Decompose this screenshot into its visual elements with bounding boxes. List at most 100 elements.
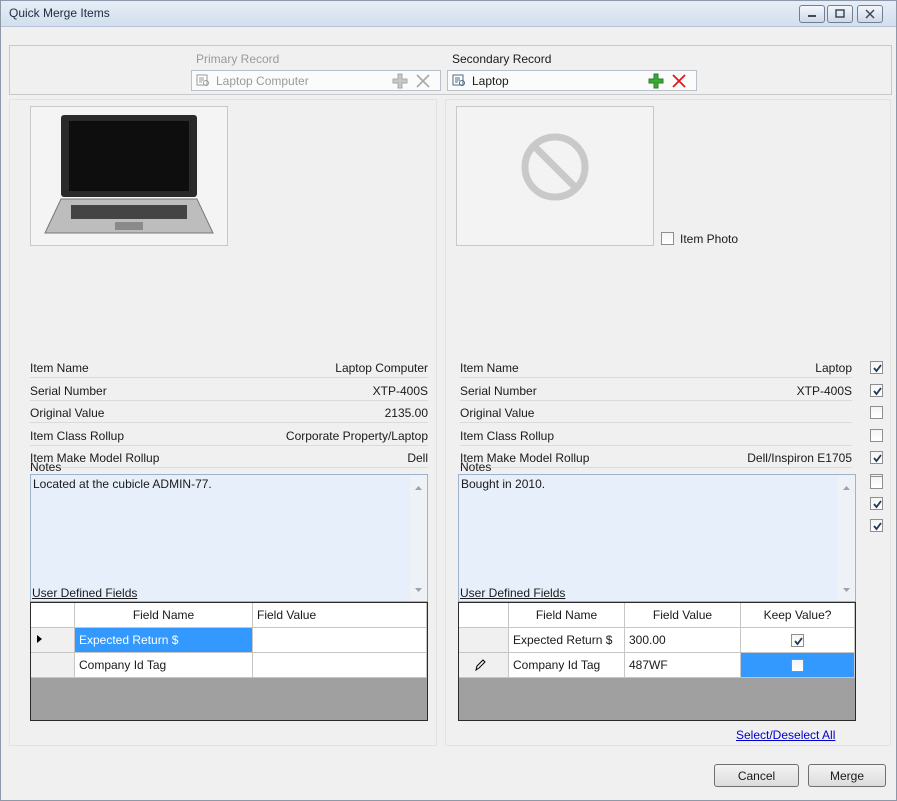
column-header-keep-value[interactable]: Keep Value? <box>741 603 855 628</box>
udf-field-value-cell[interactable]: 487WF <box>625 653 741 678</box>
column-header-field-value[interactable]: Field Value <box>253 603 427 628</box>
udf-title: User Defined Fields <box>460 586 566 600</box>
item-photo-label: Item Photo <box>680 232 739 246</box>
property-row: Serial Number XTP-400S <box>30 380 428 401</box>
clear-icon[interactable] <box>672 74 686 91</box>
laptop-image <box>31 107 227 245</box>
secondary-record-label: Secondary Record <box>452 52 552 66</box>
maximize-button[interactable] <box>827 5 853 23</box>
property-row: Serial Number XTP-400S <box>460 380 852 401</box>
column-header-field-value[interactable]: Field Value <box>625 603 741 628</box>
property-row: Item Class Rollup Corporate Property/Lapt… <box>30 425 428 446</box>
primary-panel: Item Name Laptop Computer Serial Number XTP… <box>9 99 437 746</box>
item-photo-checkbox[interactable] <box>661 232 674 245</box>
add-icon[interactable] <box>648 73 664 92</box>
udf-field-value-cell[interactable] <box>253 628 427 653</box>
notes-label: Notes <box>460 460 492 474</box>
notes-label: Notes <box>30 460 62 474</box>
current-row-arrow-icon <box>37 635 42 643</box>
table-row[interactable]: Company Id Tag 487WF <box>459 653 855 678</box>
udf-field-name-cell[interactable]: Company Id Tag <box>75 653 253 678</box>
checkmark-icon <box>873 454 882 463</box>
property-value: Dell <box>407 451 428 466</box>
property-label: Original Value <box>30 406 105 421</box>
property-label: Item Name <box>460 361 519 375</box>
minimize-button[interactable] <box>799 5 825 23</box>
grid-header-row: Field Name Field Value <box>31 603 427 628</box>
property-value: Laptop Computer <box>335 361 428 375</box>
keep-property-checkbox[interactable] <box>870 451 883 465</box>
udf-keep-cell[interactable] <box>741 628 855 653</box>
secondary-record-field[interactable]: Laptop <box>447 70 697 91</box>
add-icon[interactable] <box>392 73 408 92</box>
row-header-cell[interactable] <box>459 653 509 678</box>
clear-icon[interactable] <box>416 74 430 91</box>
lookup-icon <box>196 74 210 90</box>
notes-scrollbar[interactable] <box>410 475 427 601</box>
table-row[interactable]: Company Id Tag <box>31 653 427 678</box>
primary-record-label: Primary Record <box>196 52 280 66</box>
property-value: Corporate Property/Laptop <box>285 428 428 443</box>
primary-notes-text: Located at the cubicle ADMIN-77. <box>33 477 212 491</box>
keep-property-checkbox[interactable] <box>870 361 883 374</box>
record-selector-bar: Primary Record Laptop Computer Secondary… <box>9 45 892 95</box>
row-header-cell[interactable] <box>31 628 75 653</box>
checkmark-icon <box>873 387 882 396</box>
udf-field-name-cell[interactable]: Expected Return $ <box>509 628 625 653</box>
secondary-notes-textarea[interactable]: Bought in 2010. <box>458 474 856 602</box>
property-value: XTP-400S <box>372 383 428 398</box>
close-button[interactable] <box>857 5 883 23</box>
grid-header-row: Field Name Field Value Keep Value? <box>459 603 855 628</box>
select-deselect-all-link[interactable]: Select/Deselect All <box>736 728 835 742</box>
property-label: Item Class Rollup <box>460 428 555 443</box>
udf-field-value-cell[interactable] <box>253 653 427 678</box>
row-header-cell <box>31 603 75 628</box>
table-row[interactable]: Expected Return $ <box>31 628 427 653</box>
secondary-record-value: Laptop <box>472 74 509 88</box>
property-label: Item Name <box>30 361 89 375</box>
property-label: Item Class Rollup <box>30 428 125 443</box>
property-value: Laptop <box>815 361 852 375</box>
primary-notes-textarea[interactable]: Located at the cubicle ADMIN-77. <box>30 474 428 602</box>
checkmark-icon <box>794 637 803 646</box>
keep-value-checkbox[interactable] <box>791 634 804 647</box>
maximize-icon <box>835 9 845 18</box>
checkmark-icon <box>873 522 882 531</box>
primary-udf-grid: Field Name Field Value Expected Return $… <box>30 602 428 721</box>
property-label: Serial Number <box>460 383 537 398</box>
table-row[interactable]: Expected Return $ 300.00 <box>459 628 855 653</box>
cancel-button[interactable]: Cancel <box>714 764 799 787</box>
no-image-icon <box>521 133 589 201</box>
row-header-cell[interactable] <box>31 653 75 678</box>
lookup-icon <box>452 74 466 90</box>
property-label: Serial Number <box>30 383 107 398</box>
udf-field-value-cell[interactable]: 300.00 <box>625 628 741 653</box>
notes-keep-checkbox[interactable] <box>870 476 883 489</box>
keep-property-checkbox[interactable] <box>870 496 883 510</box>
keep-property-checkbox[interactable] <box>870 428 883 442</box>
primary-record-field[interactable]: Laptop Computer <box>191 70 441 91</box>
keep-property-checkbox[interactable] <box>870 519 883 533</box>
keep-property-checkbox[interactable] <box>870 406 883 420</box>
primary-item-photo <box>30 106 228 246</box>
column-header-field-name[interactable]: Field Name <box>75 603 253 628</box>
udf-field-name-cell[interactable]: Company Id Tag <box>509 653 625 678</box>
keep-property-checkbox[interactable] <box>870 383 883 397</box>
checkmark-icon <box>873 500 882 509</box>
minimize-icon <box>808 15 816 17</box>
property-label: Original Value <box>460 406 535 421</box>
udf-field-name-cell[interactable]: Expected Return $ <box>75 628 253 653</box>
notes-scrollbar[interactable] <box>838 475 855 601</box>
column-header-field-name[interactable]: Field Name <box>509 603 625 628</box>
udf-keep-cell[interactable] <box>741 653 855 678</box>
row-header-cell <box>459 603 509 628</box>
property-row: Original Value 2135.00 <box>30 402 428 424</box>
property-row: Item Class Rollup <box>460 425 852 446</box>
secondary-panel: Item Photo Item Name Laptop Serial Number X… <box>445 99 891 746</box>
keep-value-checkbox[interactable] <box>791 659 804 672</box>
property-row: Original Value <box>460 402 852 424</box>
merge-button[interactable]: Merge <box>808 764 886 787</box>
property-row: Item Name Laptop <box>460 357 852 378</box>
row-header-cell[interactable] <box>459 628 509 653</box>
checkmark-icon <box>873 364 882 373</box>
